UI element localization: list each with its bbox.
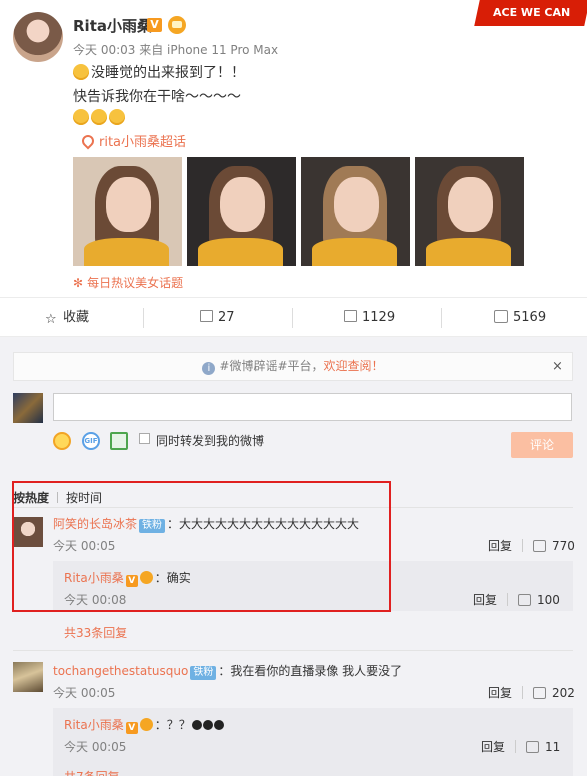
supertopic-link[interactable]: rita小雨桑超话 [79,131,186,150]
post-text-line-1: 没睡觉的出来报到了！！ [73,62,245,82]
reply-button[interactable]: 回复 [488,686,512,700]
post-image-3[interactable] [301,157,410,266]
current-user-avatar [13,393,43,423]
forward-checkbox[interactable] [139,433,150,444]
comment-text: ：我在看你的直播录像 我人要没了 [218,664,403,678]
reply-button[interactable]: 回复 [488,539,512,553]
fan-crown-icon [139,718,153,731]
verified-v-icon: V [125,722,138,734]
corner-logo: ACE WE CAN [474,0,587,26]
post-meta: 今天 00:03 来自 iPhone 11 Pro Max [73,43,279,57]
author-avatar[interactable] [13,12,63,62]
comment-time: 今天 00:05 [53,686,116,700]
image-upload-icon[interactable] [110,432,128,450]
post-image-2[interactable] [187,157,296,266]
comment-like-button[interactable]: 202 [533,686,575,700]
fan-badge: 铁粉 [190,666,217,680]
bomb-emoji-icon [191,720,202,730]
comment-like-button[interactable]: 770 [533,539,575,553]
post-emoji-line [73,109,127,126]
reply-actions: 回复 11 [481,738,560,755]
reply-actions: 回复 100 [473,591,560,608]
post-image-1[interactable] [73,157,182,266]
highlight-box [12,481,391,612]
reply-text: ：？？ [154,718,191,732]
bomb-emoji-icon [202,720,213,730]
commenter-avatar[interactable] [13,662,43,692]
thumbs-up-icon [533,540,547,552]
reply-item: Rita小雨桑 V ：？？ [64,716,224,734]
more-replies-link[interactable]: 共7条回复 [64,768,120,776]
reply-like-button[interactable]: 11 [526,740,560,754]
post-text-line-2: 快告诉我你在干啥～～～～ [73,89,241,105]
like-button[interactable]: 5169 [494,298,546,338]
rumor-notice: i #微博辟谣#平台，欢迎查阅！ [13,352,573,381]
author-name[interactable]: Rita小雨桑 [73,15,152,36]
sleepy-emoji-icon [73,64,89,80]
favorite-button[interactable]: ☆ 收藏 [45,298,89,338]
post-image-4[interactable] [415,157,524,266]
verified-v-icon: V [147,18,162,32]
comment-actions: 回复 770 [488,537,575,554]
thumbs-up-icon [518,594,532,606]
forward-checkbox-label: 同时转发到我的微博 [156,434,265,448]
thumbs-up-icon [494,310,508,323]
notice-link[interactable]: 欢迎查阅！ [324,359,384,373]
comment-input[interactable] [53,393,572,421]
reply-time: 今天 00:05 [64,740,127,754]
forward-icon [200,310,213,322]
commenter-name[interactable]: tochangethestatusquo [53,664,188,678]
thumbs-up-icon [526,741,540,753]
kiss-emoji-icon [109,109,125,125]
reply-button[interactable]: 回复 [473,593,497,607]
comment-icon [344,310,357,322]
close-icon[interactable]: × [552,359,563,374]
reply-like-button[interactable]: 100 [518,593,560,607]
submit-comment-button[interactable]: 评论 [511,432,573,458]
info-icon: i [202,362,216,375]
gif-icon[interactable]: GIF [82,432,100,450]
more-replies-link[interactable]: 共33条回复 [64,624,127,641]
bomb-emoji-icon [213,720,224,730]
emoji-picker-icon[interactable] [53,432,71,450]
fan-crown-icon [168,16,186,34]
post-action-bar: ☆ 收藏 27 1129 5169 [0,297,587,337]
reply-button[interactable]: 回复 [481,740,505,754]
comment-actions: 回复 202 [488,684,575,701]
kiss-emoji-icon [91,109,107,125]
forward-button[interactable]: 27 [200,298,235,338]
comment-item: tochangethestatusquo 铁粉 ：我在看你的直播录像 我人要没了 [53,662,402,680]
daily-topic-link[interactable]: ✻ 每日热议美女话题 [73,274,183,291]
flower-icon: ✻ [73,276,84,290]
reply-author-name[interactable]: Rita小雨桑 [64,718,124,732]
supertopic-icon [79,132,97,150]
thumbs-up-icon [533,687,547,699]
comment-button[interactable]: 1129 [344,298,395,338]
kiss-emoji-icon [73,109,89,125]
star-icon: ☆ [45,312,57,327]
